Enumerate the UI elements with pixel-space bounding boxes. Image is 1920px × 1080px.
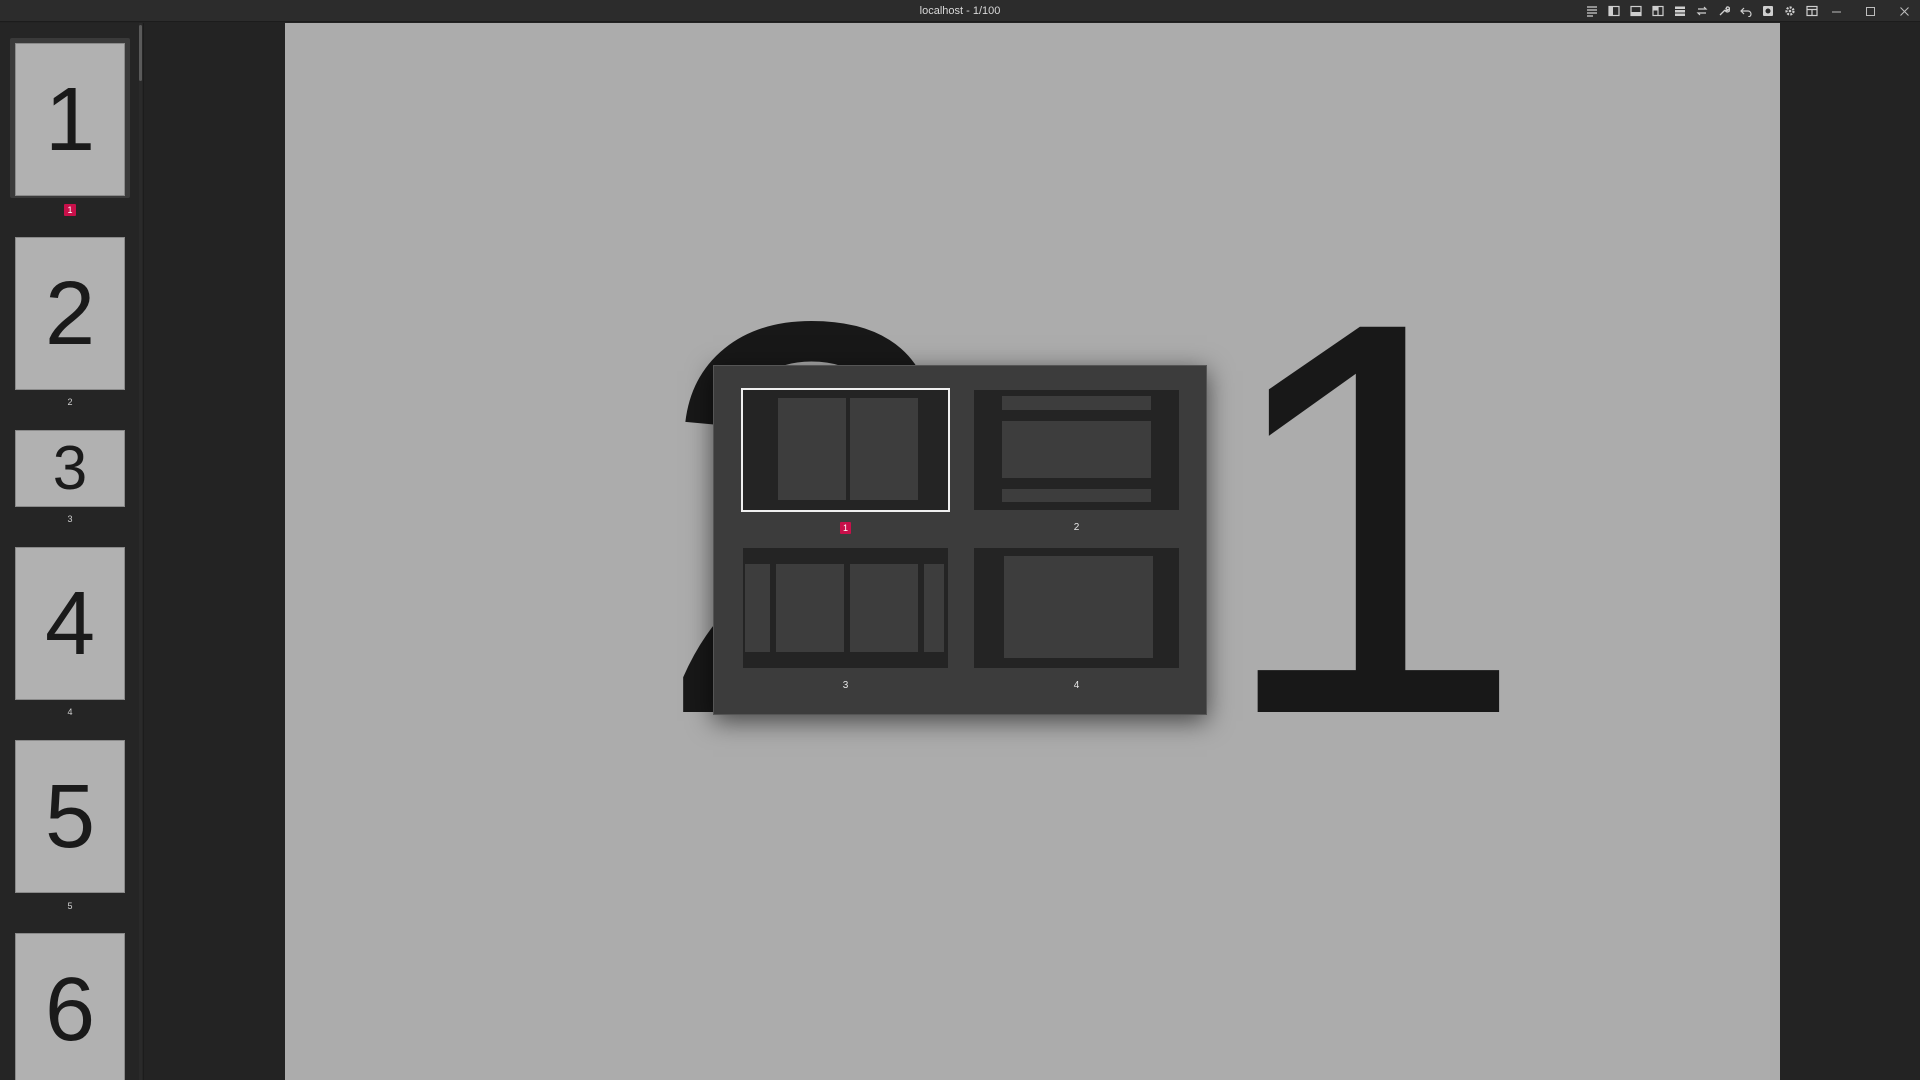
title-bar: localhost - 1/100	[0, 0, 1920, 22]
gear-icon[interactable]	[1782, 3, 1798, 19]
swap-icon[interactable]	[1694, 3, 1710, 19]
thumbnail-image: 4	[15, 547, 125, 700]
panel-bottom-icon[interactable]	[1628, 3, 1644, 19]
layout-option-horizontal-scroll[interactable]	[743, 548, 948, 668]
thumbnail-digit: 6	[44, 959, 96, 1060]
thumbnail-image: 5	[15, 740, 125, 893]
layout-option-two-page[interactable]	[741, 388, 950, 512]
layout-option-label: 2	[1073, 522, 1080, 533]
thumbnail-label: 2	[67, 397, 73, 407]
layout-option-label: 4	[1073, 680, 1080, 691]
layout-panel	[1002, 421, 1151, 478]
thumbnail-digit: 5	[44, 766, 96, 867]
thumbnail-digit: 3	[52, 433, 88, 503]
layout-icon[interactable]	[1804, 3, 1820, 19]
layout-panel	[850, 398, 918, 500]
layout-panel	[778, 398, 846, 500]
sidebar-left-icon[interactable]	[1606, 3, 1622, 19]
layout-option-single-page[interactable]	[974, 548, 1179, 668]
thumbnail-item[interactable]: 4	[10, 547, 130, 702]
thumbnail-image: 6	[15, 933, 125, 1080]
layout-panel	[1002, 489, 1151, 502]
undo-icon[interactable]	[1738, 3, 1754, 19]
layout-option-label: 3	[842, 680, 849, 691]
thumbnail-image: 3	[15, 430, 125, 507]
sidebar-scrollbar-track[interactable]	[139, 23, 142, 1080]
thumbnail-item[interactable]: 3	[10, 430, 130, 508]
page-digit-right: 1	[1215, 205, 1527, 831]
thumbnail-digit: 4	[44, 573, 96, 674]
wrench-icon[interactable]	[1716, 3, 1732, 19]
thumbnail-image: 1	[15, 43, 125, 196]
thumbnail-digit: 2	[44, 263, 96, 364]
split-view-icon[interactable]	[1650, 3, 1666, 19]
layout-option-label: 1	[743, 522, 948, 534]
toolbar	[1584, 0, 1820, 22]
thumbnail-item[interactable]: 6	[10, 933, 130, 1080]
close-icon[interactable]	[1894, 1, 1914, 21]
thumbnail-image: 2	[15, 237, 125, 390]
thumbnail-label: 4	[67, 707, 73, 717]
window-controls	[1826, 0, 1914, 22]
layout-panel	[1004, 556, 1153, 658]
maximize-icon[interactable]	[1860, 1, 1880, 21]
record-icon[interactable]	[1760, 3, 1776, 19]
layout-panel	[850, 564, 918, 652]
list-icon[interactable]	[1672, 3, 1688, 19]
thumbnail-label: 1	[0, 204, 140, 216]
layout-panel	[776, 564, 844, 652]
selected-badge: 1	[839, 522, 851, 534]
text-align-icon[interactable]	[1584, 3, 1600, 19]
sidebar-scrollbar-thumb[interactable]	[139, 25, 142, 81]
minimize-icon[interactable]	[1826, 1, 1846, 21]
layout-panel	[924, 564, 944, 652]
layout-panel	[745, 564, 770, 652]
layout-option-vertical-scroll[interactable]	[974, 390, 1179, 510]
layout-picker-popup: 1 2 3 4	[713, 365, 1207, 715]
thumbnail-label: 3	[67, 514, 73, 524]
thumbnail-label: 5	[67, 901, 73, 911]
thumbnail-sidebar: 1 1 2 2 3 3 4 4 5 5 6	[0, 23, 144, 1080]
thumbnail-item[interactable]: 1	[10, 38, 130, 198]
thumbnail-item[interactable]: 5	[10, 740, 130, 895]
selected-badge: 1	[64, 204, 76, 216]
thumbnail-item[interactable]: 2	[10, 237, 130, 392]
layout-panel	[1002, 396, 1151, 410]
thumbnail-digit: 1	[44, 69, 96, 170]
